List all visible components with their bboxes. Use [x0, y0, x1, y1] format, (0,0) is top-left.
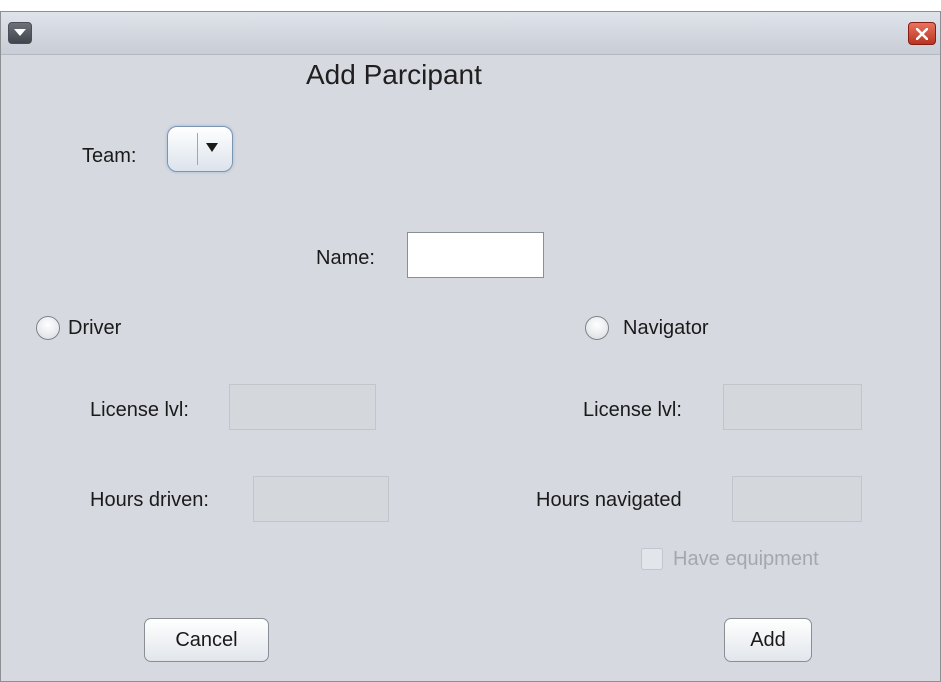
name-field[interactable]	[407, 232, 544, 278]
navigator-license-label: License lvl:	[583, 399, 682, 421]
hours-driven-field[interactable]	[253, 476, 389, 522]
hours-navigated-label: Hours navigated	[536, 489, 682, 511]
have-equipment-label: Have equipment	[673, 548, 819, 570]
add-button[interactable]: Add	[724, 618, 812, 662]
navigator-license-field[interactable]	[723, 384, 862, 430]
chevron-down-icon	[14, 29, 26, 36]
close-icon	[916, 28, 928, 40]
hours-driven-label: Hours driven:	[90, 489, 209, 511]
have-equipment-checkbox[interactable]	[641, 548, 663, 570]
team-label: Team:	[82, 145, 137, 167]
driver-license-label: License lvl:	[90, 399, 189, 421]
navigator-radio-label: Navigator	[623, 317, 709, 339]
driver-radio-label: Driver	[68, 317, 122, 339]
driver-radio[interactable]	[36, 316, 60, 340]
dropdown-arrow-icon	[206, 143, 218, 152]
dialog-title: Add Parcipant	[306, 59, 482, 90]
window-menu-button[interactable]	[8, 22, 32, 44]
driver-license-field[interactable]	[229, 384, 376, 430]
title-bar	[1, 12, 940, 55]
combo-divider	[197, 133, 198, 165]
close-button[interactable]	[908, 22, 936, 45]
navigator-radio[interactable]	[585, 316, 609, 340]
add-participant-dialog	[0, 11, 941, 682]
team-combobox[interactable]	[167, 126, 233, 172]
cancel-button[interactable]: Cancel	[144, 618, 269, 662]
hours-navigated-field[interactable]	[732, 476, 862, 522]
name-label: Name:	[316, 247, 375, 269]
